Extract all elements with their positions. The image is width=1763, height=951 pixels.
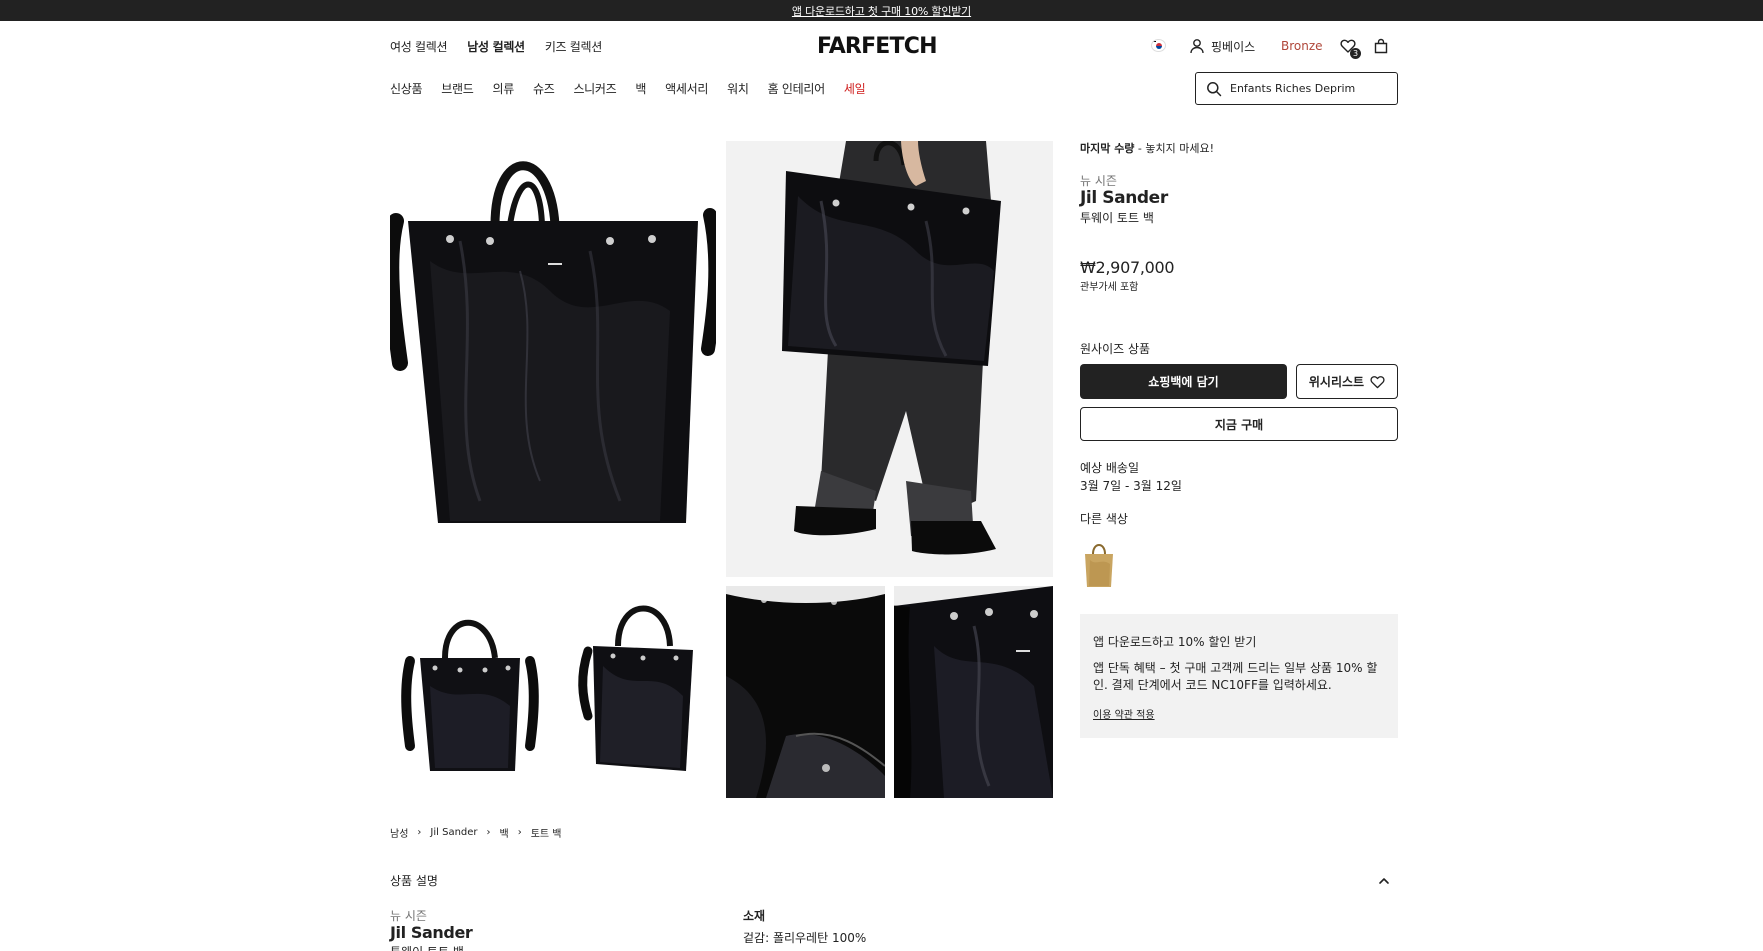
wishlist-button-label: 위시리스트: [1308, 375, 1365, 389]
chevron-up-icon[interactable]: [1378, 875, 1390, 887]
description-product-name: 투웨이 토트 백: [390, 943, 464, 951]
flag-icon[interactable]: [1151, 39, 1166, 52]
breadcrumb-brand[interactable]: Jil Sander: [430, 827, 477, 838]
description-brand: Jil Sander: [390, 923, 473, 942]
thumbnail-1[interactable]: [390, 586, 549, 798]
thumbnail-3[interactable]: [726, 586, 885, 798]
tab-men[interactable]: 남성 컬렉션: [467, 38, 525, 55]
thumbnail-4[interactable]: [894, 586, 1053, 798]
gender-tabs: 여성 컬렉션 남성 컬렉션 키즈 컬렉션: [390, 36, 602, 56]
product-name: 투웨이 토트 백: [1080, 211, 1154, 225]
category-sneakers[interactable]: 스니커즈: [573, 80, 616, 97]
breadcrumb-separator: ›: [517, 827, 522, 838]
season-label: 뉴 시즌: [1080, 174, 1117, 188]
category-accessories[interactable]: 액세서리: [665, 80, 708, 97]
search-icon[interactable]: [1206, 81, 1222, 97]
category-bags[interactable]: 백: [635, 80, 646, 97]
breadcrumb-separator: ›: [417, 827, 422, 838]
category-nav: 신상품 브랜드 의류 슈즈 스니커즈 백 액세서리 워치 홈 인테리어 세일: [390, 78, 884, 98]
promo-bar-link[interactable]: 앱 다운로드하고 첫 구매 10% 할인받기: [792, 3, 971, 19]
other-colors-label: 다른 색상: [1080, 512, 1128, 526]
category-watches[interactable]: 워치: [727, 80, 749, 97]
category-shoes[interactable]: 슈즈: [533, 80, 555, 97]
category-brands[interactable]: 브랜드: [441, 80, 474, 97]
shipping-date: 3월 7일 - 3월 12일: [1080, 479, 1182, 493]
breadcrumb-bags[interactable]: 백: [500, 825, 509, 840]
buy-now-button[interactable]: 지금 구매: [1080, 407, 1398, 441]
app-promo-body: 앱 단독 혜택 – 첫 구매 고객께 드리는 일부 상품 10% 할인. 결제 …: [1093, 661, 1378, 692]
buy-now-label: 지금 구매: [1214, 417, 1264, 432]
terms-link[interactable]: 이용 약관 적용: [1093, 706, 1155, 721]
tab-kids[interactable]: 키즈 컬렉션: [545, 38, 603, 55]
tier-badge[interactable]: Bronze: [1281, 39, 1323, 53]
material-value: 겉감: 폴리우레탄 100%: [743, 931, 867, 945]
promo-bar: 앱 다운로드하고 첫 구매 10% 할인받기: [0, 0, 1763, 21]
product-image-model[interactable]: [726, 141, 1053, 577]
description-toggle[interactable]: 상품 설명: [390, 872, 438, 889]
bag-icon[interactable]: [1373, 38, 1389, 54]
wishlist-count-badge: 3: [1350, 48, 1361, 59]
breadcrumb: 남성 › Jil Sander › 백 › 토트 백: [390, 825, 562, 840]
breadcrumb-men[interactable]: 남성: [390, 825, 408, 840]
stock-notice-rest: - 놓치지 마세요!: [1134, 142, 1215, 155]
category-sale[interactable]: 세일: [844, 80, 866, 97]
app-promo-card: 앱 다운로드하고 10% 할인 받기 앱 단독 혜택 – 첫 구매 고객께 드리…: [1080, 614, 1398, 738]
color-swatch-tan[interactable]: [1080, 540, 1118, 590]
shipping-label: 예상 배송일: [1080, 461, 1140, 475]
logo[interactable]: FARFETCH: [817, 34, 938, 59]
wishlist-button[interactable]: 위시리스트: [1296, 364, 1398, 399]
category-home[interactable]: 홈 인테리어: [768, 80, 826, 97]
search-input[interactable]: [1230, 82, 1390, 95]
category-new[interactable]: 신상품: [390, 80, 423, 97]
brand-name[interactable]: Jil Sander: [1080, 188, 1168, 208]
add-to-bag-label: 쇼핑백에 담기: [1148, 375, 1219, 389]
stock-notice: 마지막 수량 - 놓치지 마세요!: [1080, 140, 1214, 156]
size-label: 원사이즈 상품: [1080, 342, 1151, 356]
material-title: 소재: [743, 909, 766, 923]
search-box[interactable]: [1195, 72, 1398, 105]
account-link[interactable]: 핑베이스: [1211, 38, 1255, 55]
product-image-main[interactable]: [390, 141, 716, 577]
category-clothing[interactable]: 의류: [492, 80, 514, 97]
stock-notice-bold: 마지막 수량: [1080, 142, 1135, 155]
description-season: 뉴 시즌: [390, 909, 427, 923]
price-note: 관부가세 포함: [1080, 282, 1139, 293]
breadcrumb-separator: ›: [486, 827, 491, 838]
price: ₩2,907,000: [1080, 258, 1175, 277]
thumbnail-2[interactable]: [558, 586, 717, 798]
add-to-bag-button[interactable]: 쇼핑백에 담기: [1080, 364, 1287, 399]
breadcrumb-tote-bags[interactable]: 토트 백: [531, 825, 562, 840]
user-icon[interactable]: [1189, 38, 1205, 54]
app-promo-title: 앱 다운로드하고 10% 할인 받기: [1093, 635, 1257, 649]
tab-women[interactable]: 여성 컬렉션: [390, 38, 448, 55]
heart-icon: [1370, 375, 1385, 388]
